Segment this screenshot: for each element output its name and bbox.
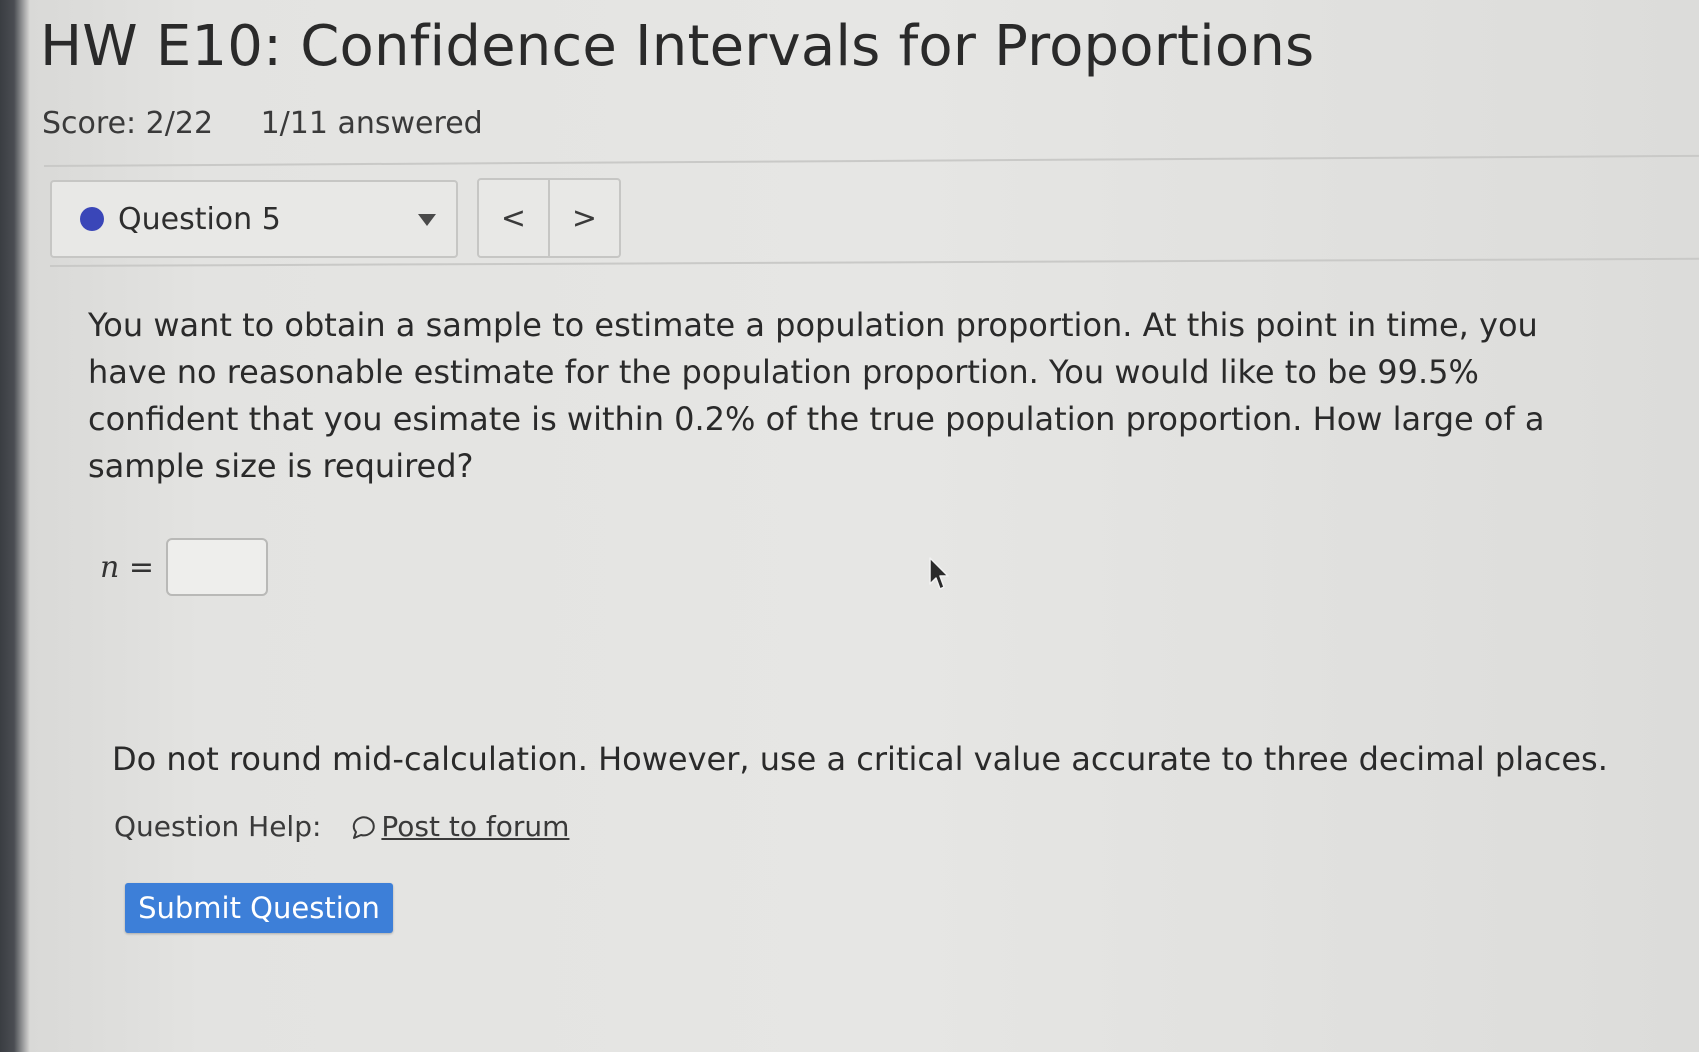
rounding-note: Do not round mid-calculation. However, u… bbox=[112, 740, 1608, 778]
question-nav-group: < > bbox=[477, 178, 621, 258]
answer-equals: = bbox=[128, 549, 155, 585]
answer-variable: n bbox=[100, 549, 120, 585]
question-select-dropdown[interactable]: Question 5 bbox=[50, 180, 458, 258]
answered-count: 1/11 answered bbox=[260, 106, 483, 141]
page: HW E10: Confidence Intervals for Proport… bbox=[0, 0, 1699, 1052]
post-to-forum-label: Post to forum bbox=[381, 810, 570, 843]
question-help-row: Question Help: Post to forum bbox=[114, 810, 569, 843]
answer-label: n = bbox=[100, 550, 154, 585]
question-select-label: Question 5 bbox=[118, 201, 281, 237]
question-text: You want to obtain a sample to estimate … bbox=[88, 306, 1545, 485]
nav-divider bbox=[49, 257, 1699, 267]
mouse-pointer-icon bbox=[929, 557, 949, 590]
page-title: HW E10: Confidence Intervals for Proport… bbox=[40, 14, 1315, 79]
submit-question-button[interactable]: Submit Question bbox=[125, 883, 393, 933]
score-line: Score: 2/22 1/11 answered bbox=[42, 106, 483, 141]
chevron-right-icon: > bbox=[571, 200, 598, 236]
chevron-left-icon: < bbox=[500, 200, 527, 236]
sample-size-input[interactable] bbox=[166, 538, 269, 596]
score-text: Score: 2/22 bbox=[42, 106, 214, 141]
answer-row: n = bbox=[100, 538, 269, 596]
post-to-forum-link[interactable]: Post to forum bbox=[347, 810, 569, 843]
next-question-button[interactable]: > bbox=[550, 180, 619, 256]
header-divider bbox=[43, 154, 1699, 167]
question-status-dot-icon bbox=[80, 207, 104, 231]
previous-question-button[interactable]: < bbox=[479, 180, 550, 256]
caret-down-icon bbox=[418, 214, 436, 226]
question-help-label: Question Help: bbox=[114, 810, 322, 843]
speech-bubble-icon bbox=[353, 815, 376, 839]
